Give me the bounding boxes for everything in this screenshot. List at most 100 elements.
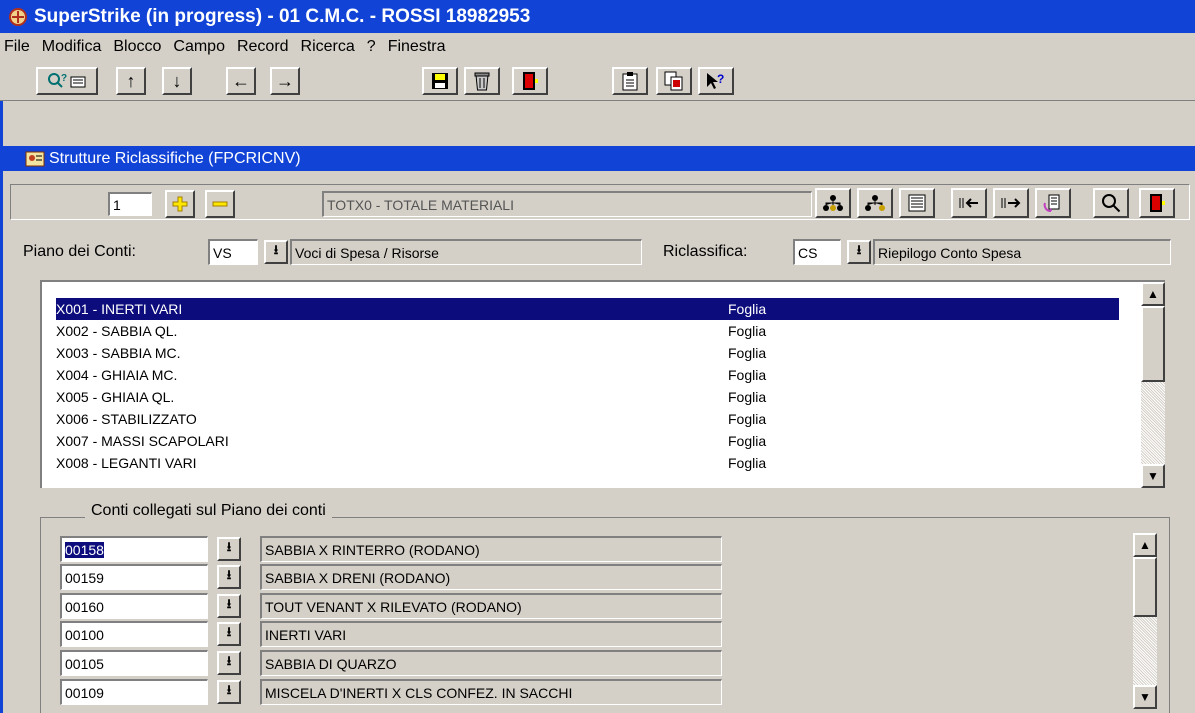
list-item[interactable]: X005 - GHIAIA QL. Foglia [56, 386, 1119, 408]
dropdown-arrow-icon: ⭳ [856, 242, 862, 257]
dropdown-arrow-icon: ⭳ [226, 624, 232, 639]
tree-expand-icon [823, 195, 843, 211]
tree-list: X001 - INERTI VARI Foglia X002 - SABBIA Q… [40, 280, 1165, 488]
menu-modifica[interactable]: Modifica [42, 38, 102, 56]
menu-blocco[interactable]: Blocco [113, 38, 161, 56]
prev-record-button[interactable]: ↑ [116, 67, 146, 95]
help-button[interactable]: ? [698, 67, 734, 95]
conto-dropdown-button[interactable]: ⭳ [217, 565, 241, 589]
triangle-down-icon: ▼ [1139, 690, 1151, 704]
add-record-button[interactable] [165, 190, 195, 218]
scroll-up-button[interactable]: ▲ [1141, 282, 1165, 306]
dropdown-arrow-icon: ⭳ [226, 596, 232, 611]
conto-dropdown-button[interactable]: ⭳ [217, 651, 241, 675]
refresh-icon [1043, 194, 1060, 212]
exit-button[interactable] [512, 67, 548, 95]
exit-icon [1150, 194, 1165, 212]
conto-description-field: SABBIA X DRENI (RODANO) [260, 564, 722, 590]
scroll-track[interactable] [1133, 617, 1157, 685]
list-item[interactable]: X006 - STABILIZZATO Foglia [56, 408, 1119, 430]
form-title-bar: Strutture Riclassifiche (FPCRICNV) [3, 146, 1195, 171]
record-description-field[interactable]: TOTX0 - TOTALE MATERIALI [322, 191, 812, 217]
list-view-button[interactable] [899, 188, 935, 218]
conto-code-field[interactable]: 00109 [60, 679, 208, 705]
next-record-button[interactable]: ↓ [162, 67, 192, 95]
dropdown-arrow-icon: ⭳ [273, 242, 279, 257]
down-arrow-icon: ↓ [172, 70, 182, 91]
conti-group-title: Conti collegati sul Piano dei conti [85, 502, 332, 520]
list-item[interactable]: X007 - MASSI SCAPOLARI Foglia [56, 430, 1119, 452]
move-out-button[interactable] [993, 188, 1029, 218]
scroll-thumb[interactable] [1133, 557, 1157, 617]
conto-code-value: 00158 [65, 541, 104, 558]
conto-code-field[interactable]: 00158 [60, 536, 208, 562]
prev-field-button[interactable]: ← [226, 67, 256, 95]
close-form-button[interactable] [1139, 188, 1175, 218]
toolbar: ? ↑ ↓ ← → ? [0, 61, 1195, 101]
app-icon [8, 7, 28, 27]
collapse-tree-button[interactable] [857, 188, 893, 218]
conto-code-field[interactable]: 00100 [60, 621, 208, 647]
conto-description-field: TOUT VENANT X RILEVATO (RODANO) [260, 593, 722, 619]
menu-finestra[interactable]: Finestra [388, 38, 446, 56]
dropdown-arrow-icon: ⭳ [226, 653, 232, 668]
svg-text:?: ? [717, 72, 724, 86]
list-item[interactable]: X004 - GHIAIA MC. Foglia [56, 364, 1119, 386]
expand-tree-button[interactable] [815, 188, 851, 218]
triangle-down-icon: ▼ [1147, 469, 1159, 483]
scroll-track[interactable] [1141, 382, 1165, 464]
copy-icon [664, 71, 683, 91]
scroll-thumb[interactable] [1141, 306, 1165, 382]
tree-collapse-icon [865, 195, 885, 211]
window-title: SuperStrike (in progress) - 01 C.M.C. - … [34, 5, 531, 27]
conto-dropdown-button[interactable]: ⭳ [217, 622, 241, 646]
record-number-field[interactable]: 1 [108, 192, 152, 216]
conto-description-field: SABBIA X RINTERRO (RODANO) [260, 536, 722, 562]
menu-file[interactable]: File [4, 38, 30, 56]
remove-icon [212, 201, 228, 207]
riclassifica-code-field[interactable]: CS [793, 239, 841, 265]
list-item[interactable]: X008 - LEGANTI VARI Foglia [56, 452, 1119, 474]
search-icon [1102, 194, 1121, 213]
list-item[interactable]: X001 - INERTI VARI Foglia [56, 298, 1119, 320]
piano-dropdown-button[interactable]: ⭳ [264, 240, 288, 264]
copy-button[interactable] [656, 67, 692, 95]
riclassifica-label: Riclassifica: [663, 243, 748, 260]
left-arrow-icon: ← [232, 70, 250, 91]
conti-scrollbar[interactable]: ▲ ▼ [1133, 533, 1157, 709]
refresh-button[interactable] [1035, 188, 1071, 218]
help-icon: ? [707, 72, 724, 89]
clipboard-button[interactable] [612, 67, 648, 95]
conto-dropdown-button[interactable]: ⭳ [217, 537, 241, 561]
list-scrollbar[interactable]: ▲ ▼ [1141, 282, 1165, 488]
dropdown-arrow-icon: ⭳ [226, 682, 232, 697]
remove-record-button[interactable] [205, 190, 235, 218]
delete-button[interactable] [464, 67, 500, 95]
menu-ricerca[interactable]: Ricerca [301, 38, 355, 56]
menu-campo[interactable]: Campo [173, 38, 225, 56]
conto-dropdown-button[interactable]: ⭳ [217, 680, 241, 704]
move-in-button[interactable] [951, 188, 987, 218]
query-button[interactable]: ? [36, 67, 98, 95]
piano-description-field: Voci di Spesa / Risorse [290, 239, 642, 265]
save-button[interactable] [422, 67, 458, 95]
triangle-up-icon: ▲ [1139, 538, 1151, 552]
conto-code-field[interactable]: 00160 [60, 593, 208, 619]
next-field-button[interactable]: → [270, 67, 300, 95]
riclassifica-dropdown-button[interactable]: ⭳ [847, 240, 871, 264]
scroll-up-button[interactable]: ▲ [1133, 533, 1157, 557]
conto-code-field[interactable]: 00105 [60, 650, 208, 676]
list-item[interactable]: X003 - SABBIA MC. Foglia [56, 342, 1119, 364]
search-button[interactable] [1093, 188, 1129, 218]
exit-icon [523, 72, 538, 90]
list-item[interactable]: X002 - SABBIA QL. Foglia [56, 320, 1119, 342]
piano-code-field[interactable]: VS [208, 239, 258, 265]
form-icon [25, 151, 45, 166]
menu-help[interactable]: ? [367, 38, 376, 56]
menu-record[interactable]: Record [237, 38, 289, 56]
conto-dropdown-button[interactable]: ⭳ [217, 594, 241, 618]
right-arrow-icon: → [276, 70, 294, 91]
scroll-down-button[interactable]: ▼ [1141, 464, 1165, 488]
conto-code-field[interactable]: 00159 [60, 564, 208, 590]
scroll-down-button[interactable]: ▼ [1133, 685, 1157, 709]
